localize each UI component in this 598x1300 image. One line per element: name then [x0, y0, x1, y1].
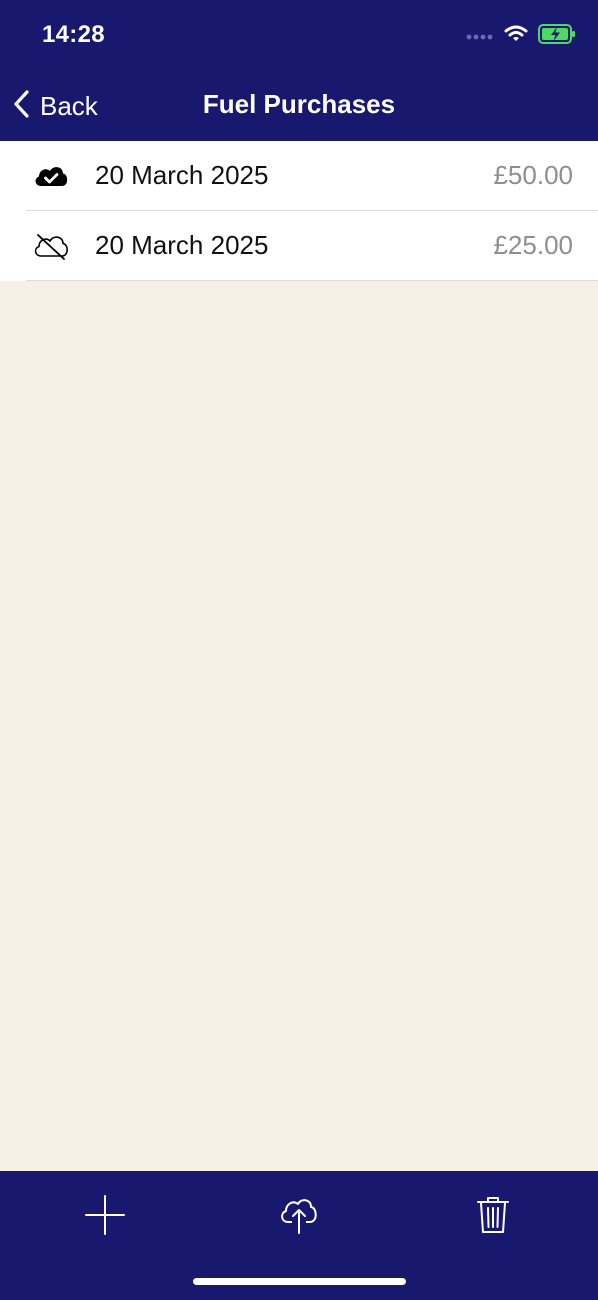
- page-title: Fuel Purchases: [202, 89, 396, 119]
- home-indicator: [193, 1278, 406, 1285]
- bottom-toolbar: [0, 1171, 598, 1300]
- delete-button[interactable]: [469, 1193, 517, 1241]
- purchase-date: 20 March 2025: [95, 160, 269, 190]
- purchase-amount: £50.00: [493, 160, 573, 190]
- purchase-amount: £25.00: [493, 230, 573, 260]
- status-time: 14:28: [42, 21, 105, 48]
- battery-charging-icon: [538, 24, 576, 49]
- cloud-slash-icon: [32, 232, 70, 260]
- cellular-signal-icon: [466, 28, 494, 46]
- plus-icon: [85, 1194, 125, 1240]
- cloud-check-icon: [32, 162, 70, 190]
- cloud-upload-icon: [278, 1195, 320, 1240]
- trash-icon: [476, 1195, 510, 1240]
- purchase-row[interactable]: 20 March 2025 £25.00: [0, 211, 598, 281]
- add-purchase-button[interactable]: [81, 1193, 129, 1241]
- purchase-date: 20 March 2025: [95, 230, 269, 260]
- wifi-icon: [504, 25, 528, 48]
- purchases-list: 20 March 2025 £50.00 20 March 2025 £25.0…: [0, 141, 598, 281]
- status-icons: [466, 24, 576, 49]
- navigation-header: 14:28 Back Fuel Purchases: [0, 0, 598, 141]
- purchase-row[interactable]: 20 March 2025 £50.00: [0, 141, 598, 211]
- upload-button[interactable]: [275, 1193, 323, 1241]
- row-divider: [26, 280, 598, 281]
